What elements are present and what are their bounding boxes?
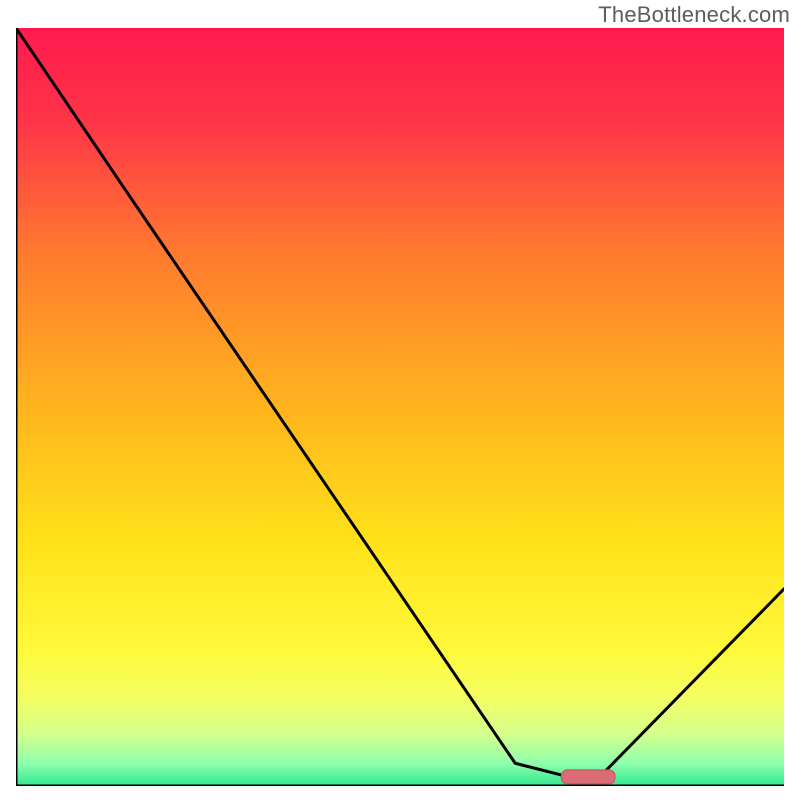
watermark-text: TheBottleneck.com	[598, 2, 790, 28]
bottleneck-chart	[16, 28, 784, 786]
chart-container: TheBottleneck.com	[0, 0, 800, 800]
plot-background	[16, 28, 784, 786]
optimal-marker	[561, 770, 615, 784]
